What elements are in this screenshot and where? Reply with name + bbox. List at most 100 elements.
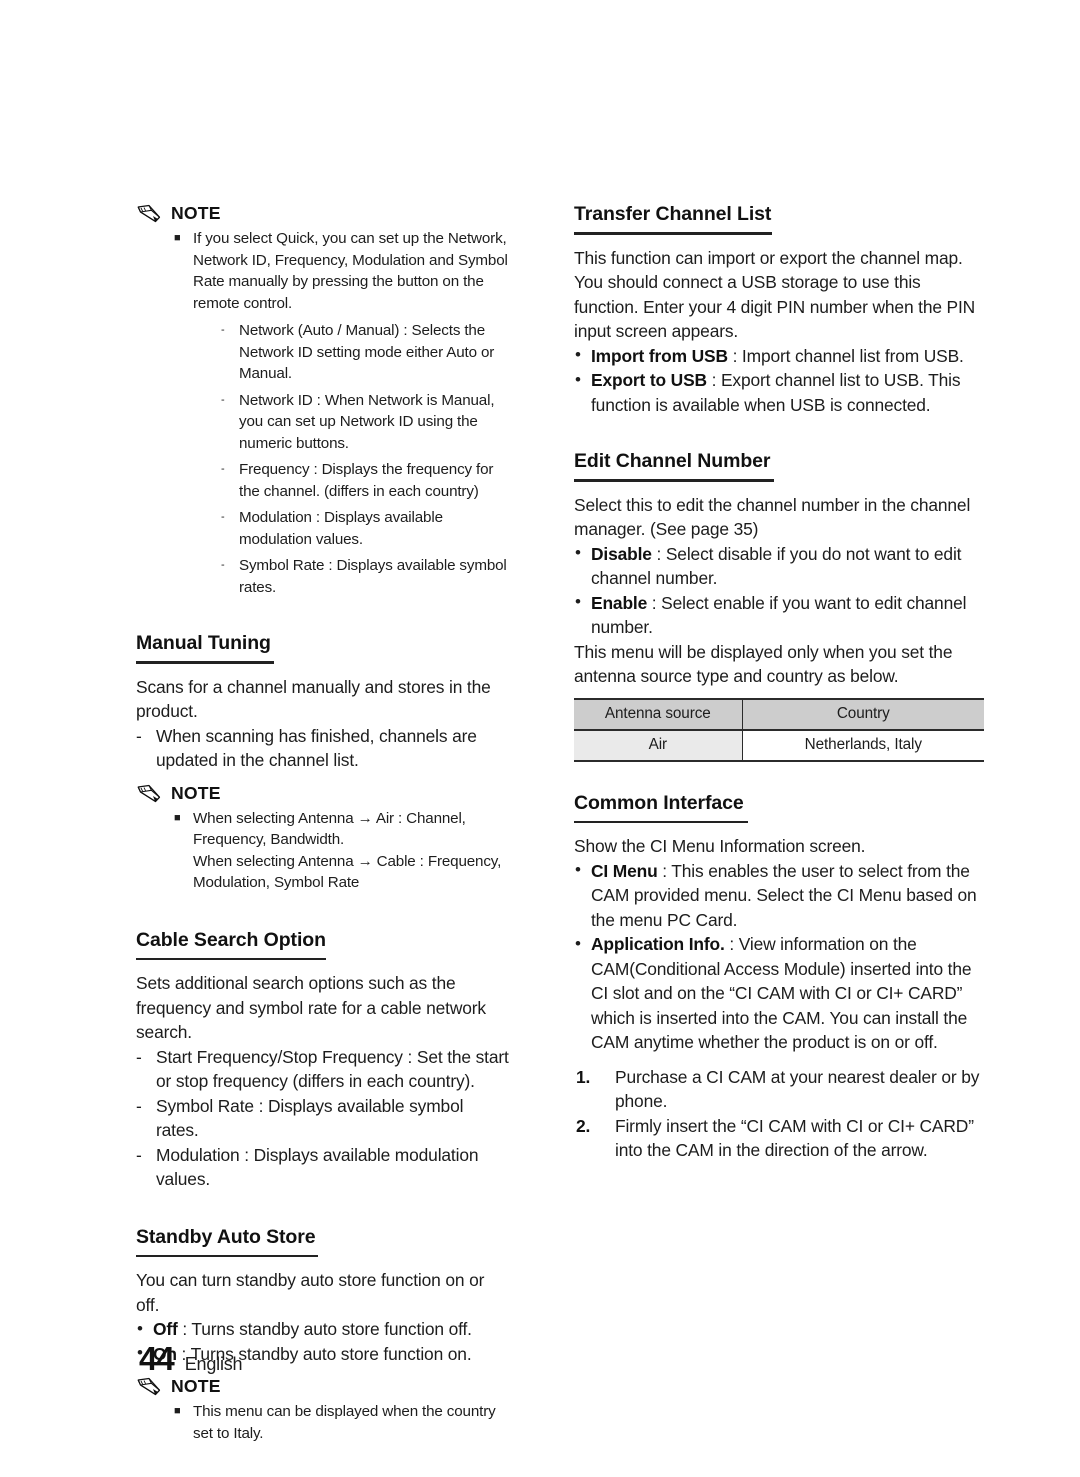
list-item: • Export to USB : Export channel list to… [574,368,984,417]
round-bullet-icon: • [575,543,581,563]
section-cable-search-header: Cable Search Option [136,929,510,961]
note-header: NOTE [136,1376,510,1397]
common-interface-intro: Show the CI Menu Information screen. [574,836,866,857]
page-footer: 44 English [139,1340,243,1378]
two-column-layout: NOTE ■ If you select Quick, you can set … [136,203,984,1444]
list-item: - Start Frequency/Stop Frequency : Set t… [136,1045,510,1094]
list-item: • Enable : Select enable if you want to … [574,591,984,640]
section-common-interface-header: Common Interface [574,792,984,824]
dash-marker: - [221,559,225,571]
list-item: • Disable : Select disable if you do not… [574,542,984,591]
list-item: • CI Menu : This enables the user to sel… [574,859,984,933]
note-item: ■ If you select Quick, you can set up th… [174,228,510,598]
note-item-text: This menu can be displayed when the coun… [193,1403,496,1442]
list-item: - Modulation : Displays available modula… [136,1143,510,1192]
square-bullet-icon: ■ [174,1405,181,1418]
page-title: Manual Tuning [136,632,271,654]
section-edit-channel-number-header: Edit Channel Number [574,450,984,482]
list-item: • Off : Turns standby auto store functio… [136,1317,510,1342]
list-item-label: Off [153,1319,178,1340]
transfer-channel-list-bullets: • Import from USB : Import channel list … [574,344,984,418]
cable-search-dash-list: - Start Frequency/Stop Frequency : Set t… [136,1045,510,1192]
right-column: Transfer Channel List This function can … [574,203,984,1163]
pencil-icon [137,784,161,802]
round-bullet-icon: • [575,933,581,953]
note-sub-item-text: Frequency : Displays the frequency for t… [239,461,494,500]
heading-underline [136,661,274,664]
left-column: NOTE ■ If you select Quick, you can set … [136,203,510,1444]
note-sub-item: - Network (Auto / Manual) : Selects the … [220,320,510,385]
list-item: - When scanning has finished, channels a… [136,724,510,773]
manual-tuning-intro: Scans for a channel manually and stores … [136,676,491,722]
round-bullet-icon: • [137,1318,143,1338]
note-sub-item: - Frequency : Displays the frequency for… [220,459,510,502]
section-transfer-channel-list-header: Transfer Channel List [574,203,984,235]
note-item-text: If you select Quick, you can set up the … [193,230,508,312]
list-item-label: Application Info. [591,934,725,955]
common-interface-steps: 1. Purchase a CI CAM at your nearest dea… [574,1065,984,1163]
page-number: 44 [139,1340,175,1377]
note-sub-item: - Network ID : When Network is Manual, y… [220,390,510,455]
page-title: Edit Channel Number [574,450,771,473]
standby-auto-store-intro: You can turn standby auto store function… [136,1270,485,1315]
pencil-icon [137,204,161,223]
list-item-text: When scanning has finished, channels are… [156,725,477,771]
list-item-label: CI Menu [591,860,658,881]
manual-page: NOTE ■ If you select Quick, you can set … [0,0,1080,1477]
page-title: Standby Auto Store [136,1225,316,1248]
list-item: - Symbol Rate : Displays available symbo… [136,1094,510,1143]
cable-search-intro: Sets additional search options such as t… [136,973,486,1043]
heading-underline [136,957,326,961]
list-item-label: Import from USB [591,345,728,366]
square-bullet-icon: ■ [174,232,181,244]
list-item-text: Start Frequency/Stop Frequency : Set the… [156,1046,509,1092]
note-sub-item: - Modulation : Displays available modula… [220,507,510,550]
section-standby-auto-store-header: Standby Auto Store [136,1226,510,1258]
note-item-list: ■ When selecting Antenna → Air : Channel… [136,808,510,894]
dash-marker: - [136,1046,142,1067]
note-sub-item-text: Network ID : When Network is Manual, you… [239,391,495,452]
note-block-quick: NOTE ■ If you select Quick, you can set … [136,203,510,598]
round-bullet-icon: • [575,592,581,612]
note-sub-item: - Symbol Rate : Displays available symbo… [220,555,510,598]
list-item-text: : Turns standby auto store function off. [177,1319,472,1340]
page-title: Transfer Channel List [574,203,772,225]
dash-marker: - [136,725,142,746]
page-title: Common Interface [574,791,744,814]
table-cell-country: Netherlands, Italy [742,729,984,762]
note-sub-item-text: Symbol Rate : Displays available symbol … [239,557,507,596]
antenna-country-table: Antenna source Country Air Netherlands, … [574,697,984,762]
note-item: ■ When selecting Antenna → Air : Channel… [174,808,510,894]
table-cell-antenna-source: Air [574,729,743,762]
list-item: • Application Info. : View information o… [574,932,984,1055]
list-item-label: Disable [591,543,652,564]
dash-marker: - [136,1144,142,1165]
transfer-channel-list-intro: This function can import or export the c… [574,247,976,342]
list-item: 1. Purchase a CI CAM at your nearest dea… [574,1065,984,1114]
list-item-text: Symbol Rate : Displays available symbol … [156,1095,464,1141]
heading-underline [136,1254,318,1258]
edit-channel-number-bullets: • Disable : Select disable if you do not… [574,542,984,640]
table-row: Air Netherlands, Italy [574,729,984,762]
table-header-antenna-source: Antenna source [574,697,743,731]
note-sub-list: - Network (Auto / Manual) : Selects the … [193,320,510,598]
step-text: Firmly insert the “CI CAM with CI or CI+… [615,1115,974,1161]
list-item-text: : Select enable if you want to edit chan… [591,592,967,638]
square-bullet-icon: ■ [174,811,181,824]
table-header-row: Antenna source Country [574,697,984,731]
note-sub-item-text: Modulation : Displays available modulati… [239,509,443,548]
note-item-list: ■ This menu can be displayed when the co… [136,1401,510,1444]
note-sub-item-text: Network (Auto / Manual) : Selects the Ne… [239,322,495,382]
note-label: NOTE [171,203,221,223]
note-label: NOTE [171,1376,221,1397]
note-item-list: ■ If you select Quick, you can set up th… [136,228,510,598]
round-bullet-icon: • [575,345,581,365]
edit-channel-number-intro: Select this to edit the channel number i… [574,494,971,540]
list-item: • Import from USB : Import channel list … [574,344,984,369]
list-item-label: Export to USB [591,370,707,391]
manual-tuning-dash-list: - When scanning has finished, channels a… [136,724,510,773]
dash-marker: - [221,463,225,475]
step-text: Purchase a CI CAM at your nearest dealer… [615,1066,980,1112]
step-number: 1. [576,1066,591,1087]
